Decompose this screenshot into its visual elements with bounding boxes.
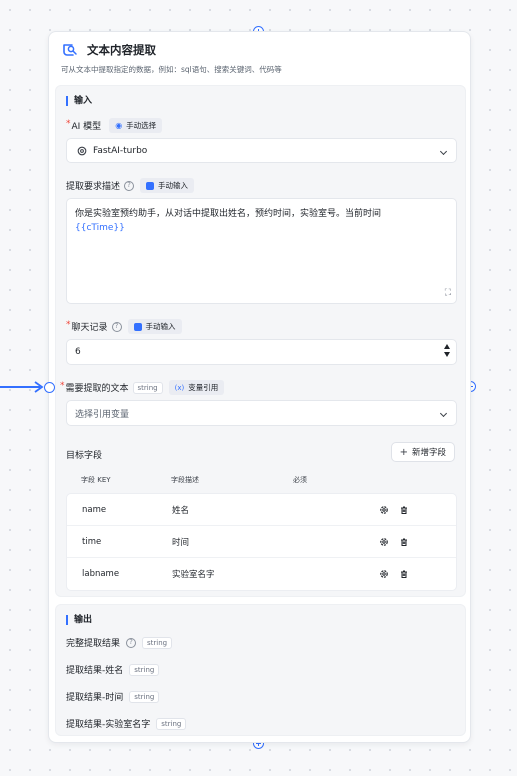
type-tag: string xyxy=(142,636,173,649)
trash-icon[interactable] xyxy=(399,537,409,547)
required-mark: * xyxy=(66,119,71,129)
variable-token[interactable]: {{cTime}} xyxy=(75,223,125,233)
target-fields-label: 目标字段 xyxy=(66,451,103,461)
source-text-mode-button[interactable]: (x) 变量引用 xyxy=(168,380,225,395)
target-fields-table: 字段 KEY 字段描述 必须 name 姓名 time 时间 labname 实… xyxy=(66,467,457,591)
node-description: 可从文本中提取指定的数据，例如：sql语句、搜索关键词、代码等 xyxy=(61,65,282,74)
ai-model-mode-button[interactable]: ◉ 手动选择 xyxy=(109,118,163,133)
trash-icon[interactable] xyxy=(399,569,409,579)
required-mark: * xyxy=(66,320,71,330)
table-header: 字段 KEY 字段描述 必须 xyxy=(81,476,307,484)
ai-model-label-row: *AI 模型 ◉ 手动选择 xyxy=(66,118,163,133)
type-tag: string xyxy=(132,381,163,394)
input-section: 输入 *AI 模型 ◉ 手动选择 FastAI-turbo 提取要求描述 ? 手… xyxy=(44,85,466,597)
help-icon[interactable]: ? xyxy=(124,180,135,191)
type-tag: string xyxy=(156,717,187,730)
output-section-title: 输出 xyxy=(66,615,92,625)
robot-icon: ◉ xyxy=(115,121,123,130)
requirement-textarea[interactable]: 你是实验室预约助手，从对话中提取出姓名，预约时间，实验室号。当前时间 {{cTi… xyxy=(66,198,457,304)
source-text-label: 需要提取的文本 xyxy=(65,384,129,394)
help-icon[interactable]: ? xyxy=(111,321,122,332)
output-item: 提取结果-时间 string xyxy=(66,690,160,703)
settings-icon[interactable] xyxy=(379,569,389,579)
source-text-input-handle[interactable] xyxy=(44,382,55,393)
requirement-label: 提取要求描述 xyxy=(66,182,121,192)
history-label: 聊天记录 xyxy=(71,323,108,333)
plus-icon: + xyxy=(399,446,408,458)
variable-select[interactable]: 选择引用变量 xyxy=(66,400,457,426)
node-header: 文本内容提取 可从文本中提取指定的数据，例如：sql语句、搜索关键词、代码等 xyxy=(61,40,458,75)
type-tag: string xyxy=(129,663,160,676)
settings-icon[interactable] xyxy=(379,537,389,547)
required-mark: * xyxy=(60,381,65,391)
variable-icon: (x) xyxy=(174,383,185,392)
extract-node-card[interactable]: 文本内容提取 可从文本中提取指定的数据，例如：sql语句、搜索关键词、代码等 输… xyxy=(44,31,471,743)
output-item: 提取结果-实验室名字 string xyxy=(66,717,187,730)
openai-icon xyxy=(77,146,87,155)
decrement-icon[interactable] xyxy=(444,352,450,357)
history-number-input[interactable]: 6 xyxy=(66,339,457,365)
output-section: 输出 完整提取结果 ? string 提取结果-姓名 string 提取结果-时… xyxy=(55,604,466,736)
input-icon xyxy=(133,322,142,331)
trash-icon[interactable] xyxy=(399,505,409,515)
output-item: 提取结果-姓名 string xyxy=(66,663,160,676)
output-item: 完整提取结果 ? string xyxy=(66,636,173,649)
settings-icon[interactable] xyxy=(379,505,389,515)
requirement-mode-button[interactable]: 手动输入 xyxy=(140,178,195,193)
add-field-button[interactable]: + 新增字段 xyxy=(390,442,455,462)
requirement-text: 你是实验室预约助手，从对话中提取出姓名，预约时间，实验室号。当前时间 xyxy=(75,209,382,219)
help-icon[interactable]: ? xyxy=(126,637,137,648)
chevron-down-icon xyxy=(439,409,448,418)
number-stepper[interactable] xyxy=(444,344,450,357)
ai-model-select[interactable]: FastAI-turbo xyxy=(66,138,457,163)
type-tag: string xyxy=(129,690,160,703)
input-icon xyxy=(146,181,155,190)
ai-model-label: AI 模型 xyxy=(71,122,102,132)
history-mode-button[interactable]: 手动输入 xyxy=(127,319,182,334)
history-label-row: *聊天记录 ? 手动输入 xyxy=(66,319,182,334)
table-row: labname 实验室名字 xyxy=(67,558,456,590)
connection-line xyxy=(0,381,44,393)
node-title: 文本内容提取 xyxy=(87,43,156,57)
chevron-down-icon xyxy=(439,147,448,156)
table-row: time 时间 xyxy=(67,526,456,558)
input-section-title: 输入 xyxy=(66,96,92,106)
requirement-label-row: 提取要求描述 ? 手动输入 xyxy=(66,178,195,193)
extract-icon xyxy=(63,44,77,56)
increment-icon[interactable] xyxy=(444,344,450,349)
expand-icon[interactable]: ⛶ xyxy=(445,288,451,298)
table-row: name 姓名 xyxy=(67,494,456,526)
source-text-label-row: *需要提取的文本 string (x) 变量引用 xyxy=(60,380,225,395)
